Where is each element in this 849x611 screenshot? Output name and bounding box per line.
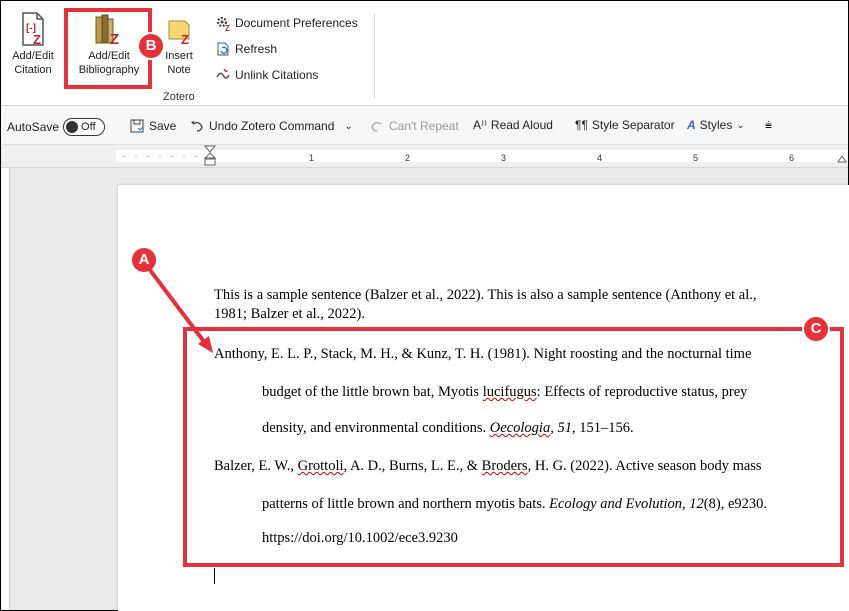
callout-arrow xyxy=(148,268,213,353)
